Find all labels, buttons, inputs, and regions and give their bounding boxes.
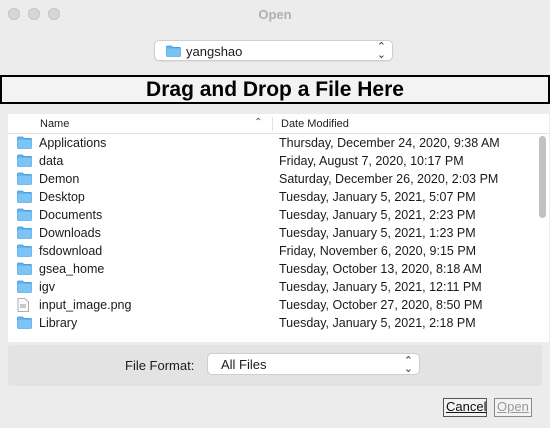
scrollbar-thumb[interactable] xyxy=(539,136,546,218)
window-title: Open xyxy=(258,7,292,22)
file-date-modified: Tuesday, January 5, 2021, 2:18 PM xyxy=(279,316,476,330)
file-name: data xyxy=(39,154,64,168)
file-row[interactable]: Desktop Tuesday, January 5, 2021, 5:07 PM xyxy=(8,188,535,206)
updown-chevron-icon: ⌃ ⌄ xyxy=(403,355,413,375)
file-row[interactable]: Downloads Tuesday, January 5, 2021, 1:23 … xyxy=(8,224,535,242)
open-dialog: Open yangshao ⌃ ⌄ Drag and Drop a File He… xyxy=(0,0,550,428)
file-row[interactable]: input_image.png Tuesday, October 27, 2020… xyxy=(8,296,535,314)
file-name: Documents xyxy=(39,208,103,222)
cancel-button[interactable]: Cancel xyxy=(443,398,487,417)
file-date-modified: Tuesday, January 5, 2021, 2:23 PM xyxy=(279,208,476,222)
file-date-modified: Tuesday, January 5, 2021, 5:07 PM xyxy=(279,190,476,204)
file-row[interactable]: Applications Thursday, December 24, 2020,… xyxy=(8,134,535,152)
file-date-modified: Tuesday, January 5, 2021, 1:23 PM xyxy=(279,226,476,240)
file-date-modified: Tuesday, January 5, 2021, 12:11 PM xyxy=(279,280,482,294)
open-button[interactable]: Open xyxy=(494,398,532,417)
updown-chevron-icon: ⌃ ⌄ xyxy=(376,41,386,61)
file-date-modified: Thursday, December 24, 2020, 9:38 AM xyxy=(279,136,500,150)
file-name: fsdownload xyxy=(39,244,103,258)
file-format-label: File Format: xyxy=(125,358,195,373)
file-name: Applications xyxy=(39,136,107,150)
open-button-label: Open xyxy=(497,399,529,414)
file-name: Library xyxy=(39,316,78,330)
file-format-select[interactable]: All Files ⌃ ⌄ xyxy=(207,353,420,375)
file-date-modified: Friday, November 6, 2020, 9:15 PM xyxy=(279,244,477,258)
folder-icon xyxy=(166,45,181,57)
vertical-scrollbar[interactable] xyxy=(538,136,547,338)
file-date-modified: Tuesday, October 13, 2020, 8:18 AM xyxy=(279,262,482,276)
file-date-modified: Saturday, December 26, 2020, 2:03 PM xyxy=(279,172,499,186)
column-header-name[interactable]: Name xyxy=(40,118,69,130)
file-format-bar: File Format: All Files ⌃ ⌄ xyxy=(8,345,542,386)
drop-zone-label: Drag and Drop a File Here xyxy=(146,78,404,101)
sort-chevron-up-icon: ⌃ xyxy=(254,117,263,128)
file-row[interactable]: fsdownload Friday, November 6, 2020, 9:15… xyxy=(8,242,535,260)
cancel-button-label: Cancel xyxy=(446,399,487,414)
drop-zone[interactable]: Drag and Drop a File Here xyxy=(0,75,550,104)
column-header-date-modified[interactable]: Date Modified xyxy=(281,118,349,130)
file-name: input_image.png xyxy=(39,298,132,312)
file-name: Desktop xyxy=(39,190,85,204)
file-date-modified: Friday, August 7, 2020, 10:17 PM xyxy=(279,154,464,168)
title-bar: Open xyxy=(0,0,550,28)
file-row[interactable]: data Friday, August 7, 2020, 10:17 PM xyxy=(8,152,535,170)
file-row[interactable]: gsea_home Tuesday, October 13, 2020, 8:18… xyxy=(8,260,535,278)
file-name: Downloads xyxy=(39,226,101,240)
file-name: Demon xyxy=(39,172,80,186)
file-list[interactable]: Name ⌃ Date Modified Applications Thursda… xyxy=(8,114,549,342)
folder-location-label: yangshao xyxy=(186,44,243,59)
folder-location-popup[interactable]: yangshao ⌃ ⌄ xyxy=(154,40,393,61)
file-date-modified: Tuesday, October 27, 2020, 8:50 PM xyxy=(279,298,483,312)
file-rows: Applications Thursday, December 24, 2020,… xyxy=(8,134,535,332)
file-row[interactable]: Demon Saturday, December 26, 2020, 2:03 P… xyxy=(8,170,535,188)
file-row[interactable]: Documents Tuesday, January 5, 2021, 2:23 … xyxy=(8,206,535,224)
column-divider[interactable] xyxy=(272,117,273,131)
folder-icon xyxy=(17,316,32,334)
file-list-header: Name ⌃ Date Modified xyxy=(8,114,549,134)
file-format-value: All Files xyxy=(221,357,267,372)
file-name: igv xyxy=(39,280,55,294)
file-row[interactable]: igv Tuesday, January 5, 2021, 12:11 PM xyxy=(8,278,535,296)
file-name: gsea_home xyxy=(39,262,105,276)
file-row[interactable]: Library Tuesday, January 5, 2021, 2:18 PM xyxy=(8,314,535,332)
